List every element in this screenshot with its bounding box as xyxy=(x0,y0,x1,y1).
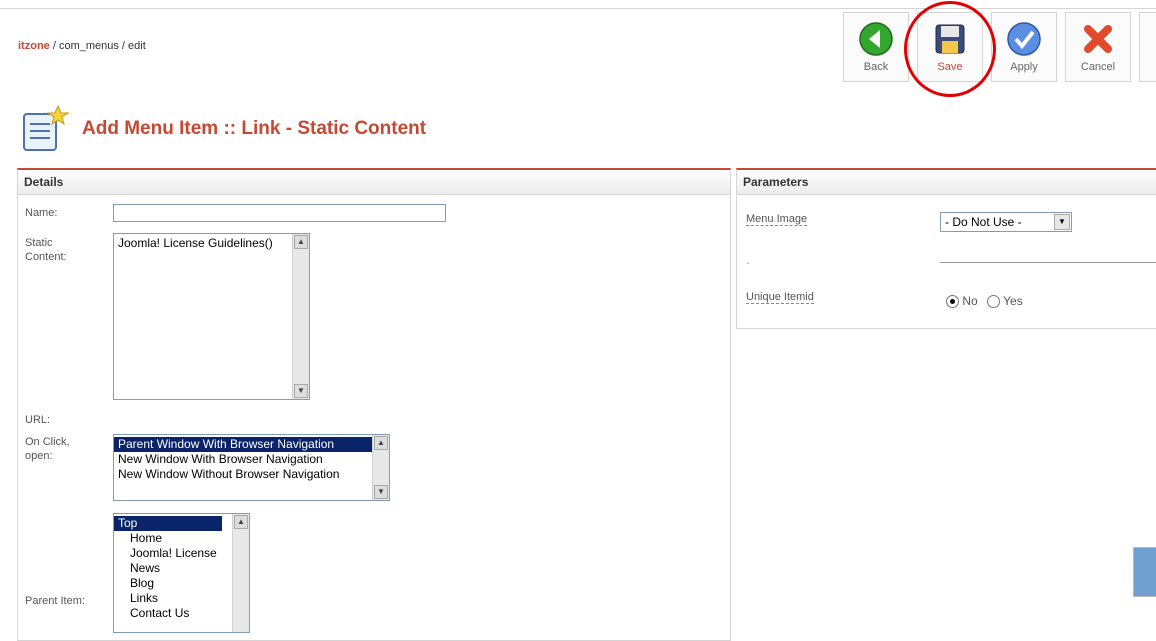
scroll-up-icon[interactable]: ▲ xyxy=(374,436,388,450)
menu-image-value: - Do Not Use - xyxy=(945,215,1022,229)
details-heading: Details xyxy=(18,170,730,195)
cancel-x-icon xyxy=(1084,25,1112,53)
radio-yes-label: Yes xyxy=(1003,294,1023,308)
parameters-heading: Parameters xyxy=(737,170,1156,195)
unique-itemid-label-text: Unique Itemid xyxy=(746,291,814,304)
parent-item-option[interactable]: Contact Us xyxy=(114,606,249,621)
static-content-option[interactable]: Joomla! License Guidelines() xyxy=(114,234,309,251)
cancel-button[interactable]: Cancel xyxy=(1065,12,1131,82)
page-header: Add Menu Item :: Link - Static Content xyxy=(18,104,426,154)
spacer-line xyxy=(940,262,1156,263)
onclick-list[interactable]: Parent Window With Browser Navigation Ne… xyxy=(113,434,390,501)
apply-label: Apply xyxy=(1010,61,1038,73)
parent-item-option[interactable]: Links xyxy=(114,591,249,606)
cancel-label: Cancel xyxy=(1080,61,1116,73)
onclick-label-line1: On Click, xyxy=(25,436,70,448)
scroll-up-icon[interactable]: ▲ xyxy=(234,515,248,529)
static-content-label-line1: Static xyxy=(25,237,53,249)
menu-image-label-text: Menu Image xyxy=(746,213,808,226)
apply-button[interactable]: Apply xyxy=(991,12,1057,82)
parent-item-option[interactable]: News xyxy=(114,561,249,576)
static-content-scrollbar[interactable]: ▲ ▼ xyxy=(292,234,309,399)
help-image-partial xyxy=(1133,547,1156,597)
unique-itemid-radios: No Yes xyxy=(946,294,1023,309)
scroll-up-icon[interactable]: ▲ xyxy=(294,235,308,249)
checkmark-icon xyxy=(1007,22,1041,56)
page-title: Add Menu Item :: Link - Static Content xyxy=(82,118,427,139)
url-label: URL: xyxy=(25,414,51,426)
parent-item-list[interactable]: Top Home Joomla! License News Blog Links… xyxy=(113,513,250,633)
parent-item-scrollbar[interactable]: ▲ xyxy=(232,514,249,632)
radio-no[interactable] xyxy=(946,295,959,309)
menu-image-select[interactable]: - Do Not Use - ▼ xyxy=(940,212,1072,232)
static-content-label-line2: Content: xyxy=(25,251,67,263)
name-label: Name: xyxy=(25,207,58,219)
chevron-down-icon[interactable]: ▼ xyxy=(1054,214,1070,230)
back-arrow-icon xyxy=(859,22,893,56)
onclick-label: On Click, open: xyxy=(25,435,70,463)
onclick-scrollbar[interactable]: ▲ ▼ xyxy=(372,435,389,500)
back-label: Back xyxy=(863,61,889,73)
name-field[interactable] xyxy=(113,204,446,222)
breadcrumb-path: / com_menus / edit xyxy=(49,40,146,52)
top-divider xyxy=(0,8,1156,9)
back-button[interactable]: Back xyxy=(843,12,909,82)
onclick-option[interactable]: New Window Without Browser Navigation xyxy=(114,467,389,482)
next-button-partial[interactable] xyxy=(1139,12,1156,82)
radio-no-label: No xyxy=(962,294,978,308)
breadcrumb-site[interactable]: itzone xyxy=(18,40,50,52)
add-menu-icon xyxy=(23,104,70,151)
top-bar: itzone / com_menus / edit Back Save Appl… xyxy=(0,0,1156,97)
onclick-label-line2: open: xyxy=(25,450,53,462)
onclick-option[interactable]: Parent Window With Browser Navigation xyxy=(114,437,389,452)
static-content-list[interactable]: Joomla! License Guidelines() ▲ ▼ xyxy=(113,233,310,400)
breadcrumb: itzone / com_menus / edit xyxy=(18,40,146,52)
save-highlight-circle xyxy=(904,1,996,97)
parent-item-option[interactable]: Home xyxy=(114,531,249,546)
menu-image-label: Menu Image xyxy=(746,212,808,226)
dash-label: - xyxy=(746,257,750,269)
parent-item-option[interactable]: Top xyxy=(114,516,222,531)
static-content-label: Static Content: xyxy=(25,236,67,264)
unique-itemid-label: Unique Itemid xyxy=(746,290,814,304)
parent-item-label: Parent Item: xyxy=(25,595,85,607)
scroll-down-icon[interactable]: ▼ xyxy=(374,485,388,499)
onclick-option[interactable]: New Window With Browser Navigation xyxy=(114,452,389,467)
parent-item-option[interactable]: Blog xyxy=(114,576,249,591)
scroll-down-icon[interactable]: ▼ xyxy=(294,384,308,398)
parent-item-option[interactable]: Joomla! License xyxy=(114,546,249,561)
radio-yes[interactable] xyxy=(987,295,1001,309)
